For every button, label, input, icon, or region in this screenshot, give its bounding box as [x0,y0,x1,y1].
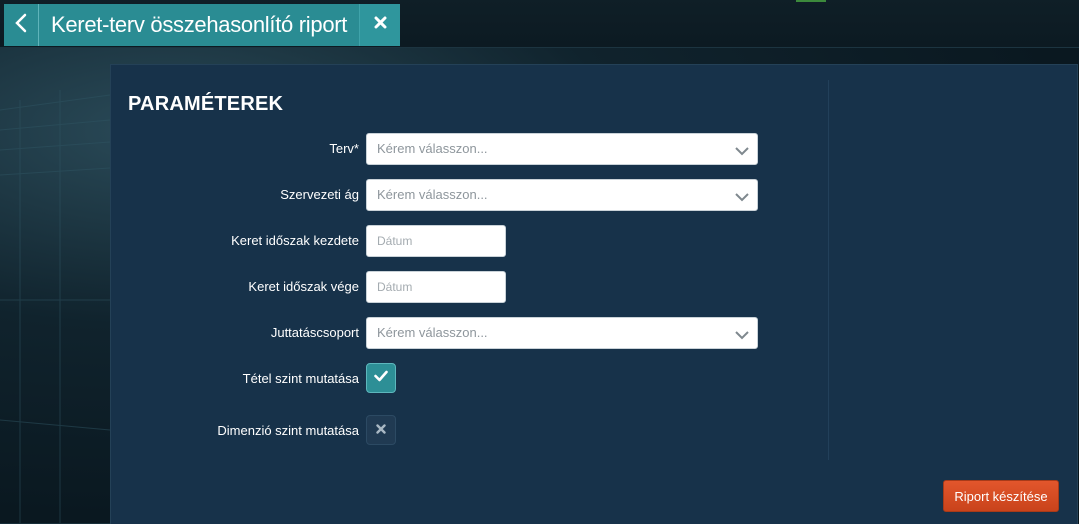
period-end-placeholder: Dátum [377,280,413,294]
close-tab-button[interactable] [359,4,401,46]
parameters-panel: PARAMÉTEREK Terv* Kérem válasszon... Sze… [110,64,1078,524]
period-start-placeholder: Dátum [377,234,413,248]
back-button[interactable] [4,4,39,46]
chevron-down-icon [735,189,749,207]
panel-divider [828,80,829,460]
tab-title: Keret-terv összehasonlító riport [51,12,348,37]
item-level-label: Tétel szint mutatása [242,371,359,386]
report-tab[interactable]: Keret-terv összehasonlító riport [4,4,401,46]
parameters-heading: PARAMÉTEREK [128,93,284,115]
plan-label: Terv* [329,141,359,156]
field-row-dimension-level: Dimenzió szint mutatása [111,415,811,447]
field-row-item-level: Tétel szint mutatása [111,363,811,395]
close-icon [374,16,387,34]
check-icon [374,369,388,387]
field-row-period-end: Keret időszak vége Dátum [111,271,811,303]
chevron-down-icon [735,143,749,161]
indicator-strip [796,0,826,2]
chevron-down-icon [735,327,749,345]
plan-select[interactable]: Kérem válasszon... [366,133,758,165]
org-branch-select[interactable]: Kérem válasszon... [366,179,758,211]
benefit-group-label: Juttatáscsoport [270,325,359,340]
org-branch-label: Szervezeti ág [280,187,359,202]
x-icon [376,421,386,439]
org-branch-select-placeholder: Kérem válasszon... [377,187,488,202]
dimension-level-toggle[interactable] [366,415,396,445]
benefit-group-select[interactable]: Kérem válasszon... [366,317,758,349]
field-row-plan: Terv* Kérem válasszon... [111,133,811,165]
field-row-org-branch: Szervezeti ág Kérem válasszon... [111,179,811,211]
period-start-date-input[interactable]: Dátum [366,225,506,257]
item-level-toggle[interactable] [366,363,396,393]
field-row-benefit-group: Juttatáscsoport Kérem válasszon... [111,317,811,349]
create-report-button[interactable]: Riport készítése [943,480,1059,512]
plan-select-placeholder: Kérem válasszon... [377,141,488,156]
field-row-period-start: Keret időszak kezdete Dátum [111,225,811,257]
period-end-date-input[interactable]: Dátum [366,271,506,303]
chevron-left-icon [15,13,27,38]
period-end-label: Keret időszak vége [248,279,359,294]
period-start-label: Keret időszak kezdete [231,233,359,248]
dimension-level-label: Dimenzió szint mutatása [217,423,359,438]
benefit-group-select-placeholder: Kérem válasszon... [377,325,488,340]
